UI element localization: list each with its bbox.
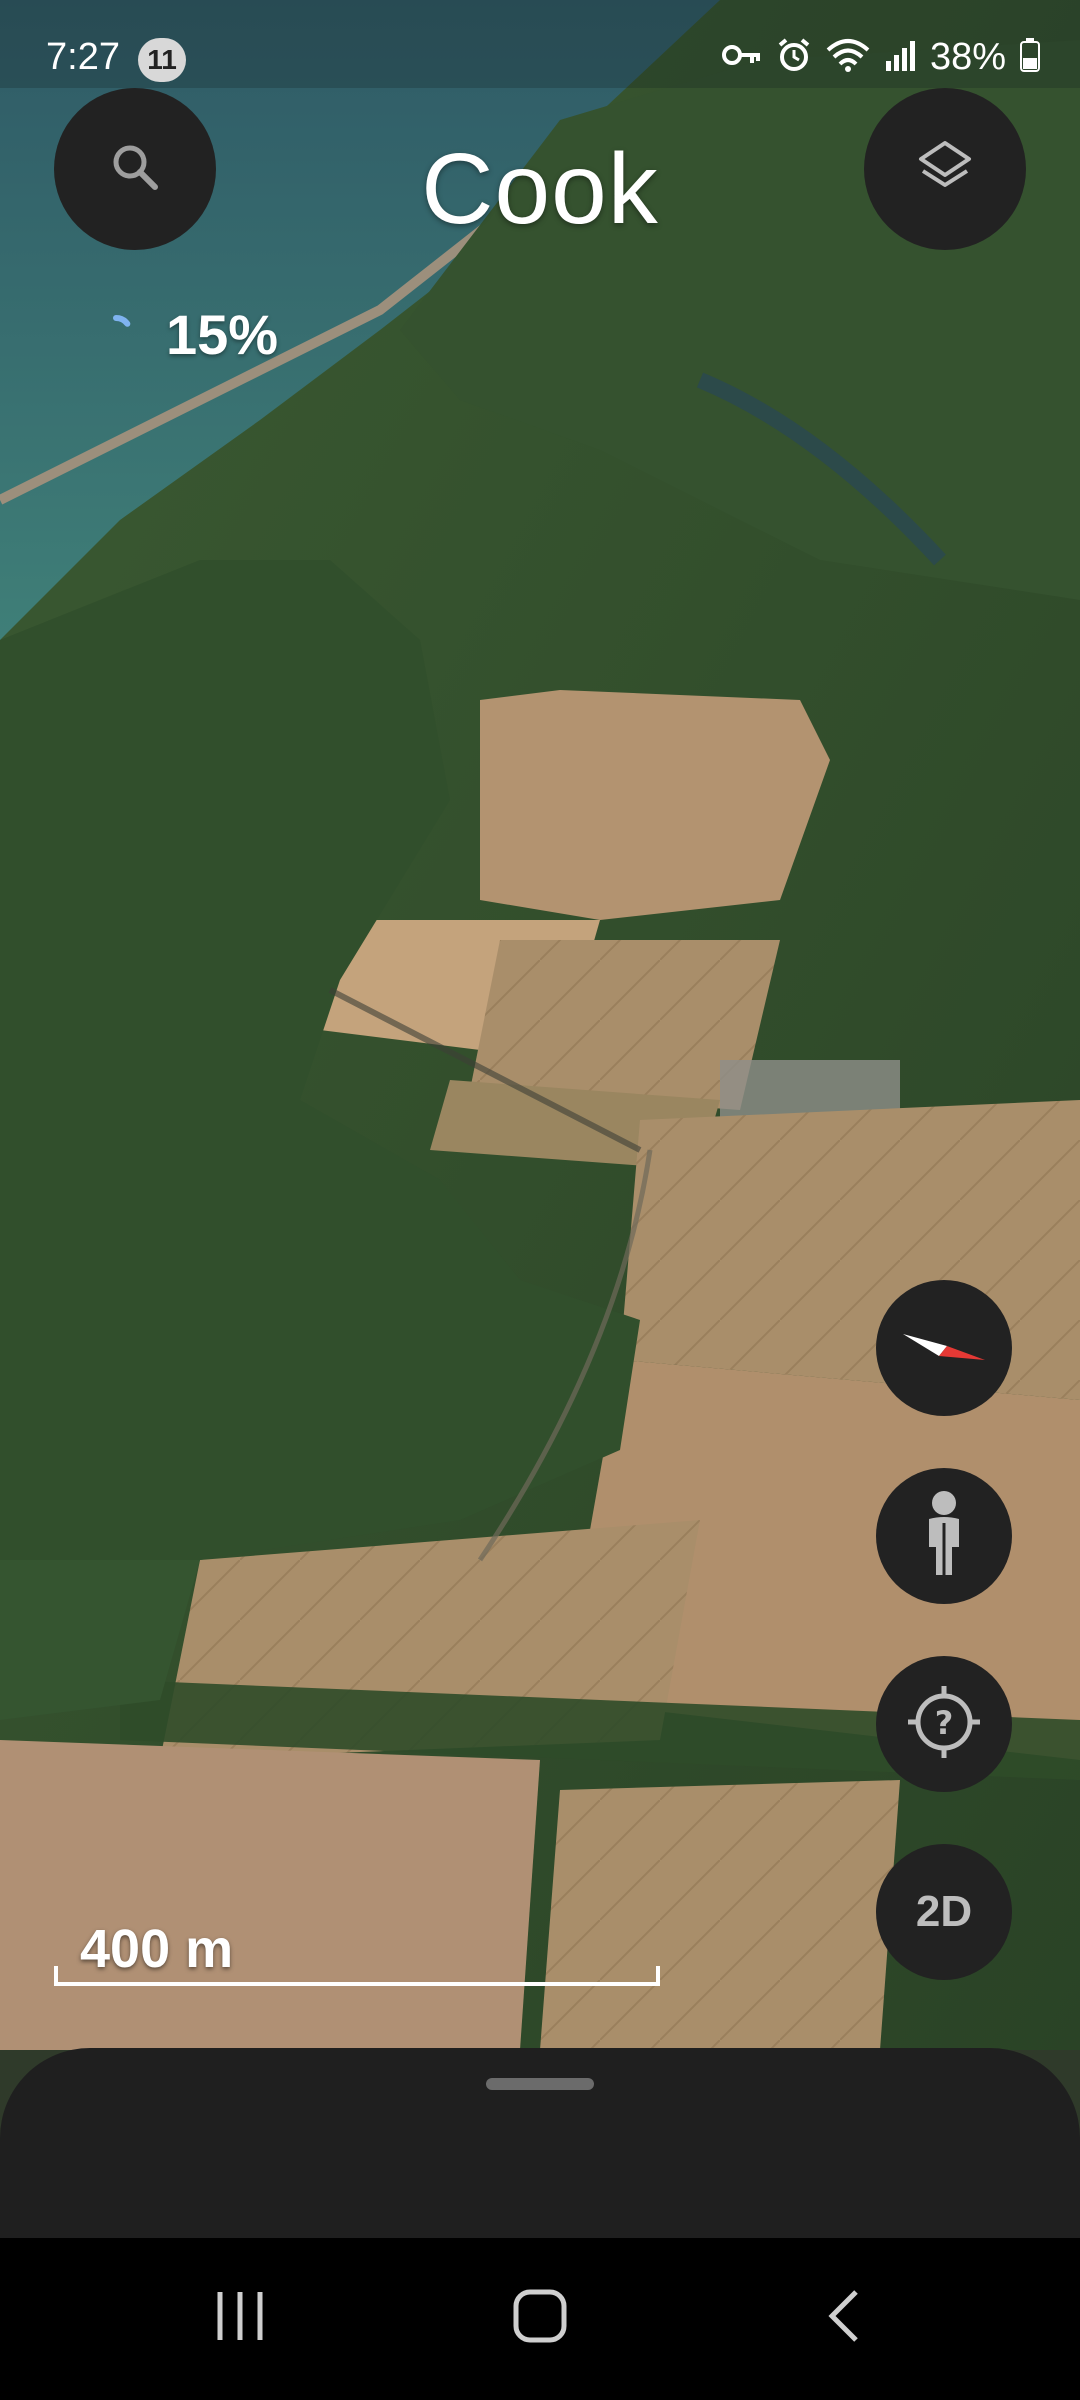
home-button[interactable] xyxy=(480,2278,600,2358)
my-location-icon: ? xyxy=(904,1682,984,1767)
compass-icon xyxy=(899,1326,989,1371)
back-icon xyxy=(816,2286,876,2351)
layers-icon xyxy=(915,137,975,202)
notification-count-badge: 11 xyxy=(138,38,186,82)
clock: 7:27 xyxy=(46,36,120,78)
my-location-button[interactable]: ? xyxy=(876,1656,1012,1792)
recents-icon xyxy=(210,2286,270,2351)
bottom-sheet[interactable] xyxy=(0,2048,1080,2238)
loading-indicator: 15% xyxy=(96,302,278,367)
recents-button[interactable] xyxy=(180,2278,300,2358)
compass-button[interactable] xyxy=(876,1280,1012,1416)
street-view-button[interactable] xyxy=(876,1468,1012,1604)
status-bar: 7:27 11 38% xyxy=(0,0,1080,88)
wifi-icon xyxy=(826,38,870,77)
svg-text:?: ? xyxy=(935,1704,954,1742)
signal-icon xyxy=(884,39,916,76)
battery-icon xyxy=(1020,38,1040,77)
toggle-2d-button[interactable]: 2D xyxy=(876,1844,1012,1980)
status-icons: 38% xyxy=(721,36,1040,79)
battery-percent: 38% xyxy=(929,36,1006,78)
loading-percent: 15% xyxy=(166,303,279,366)
layers-button[interactable] xyxy=(864,88,1026,250)
system-navigation-bar xyxy=(0,2238,1080,2400)
loading-spinner-icon xyxy=(96,312,136,357)
home-icon xyxy=(510,2286,570,2351)
back-button[interactable] xyxy=(786,2278,906,2358)
alarm-icon xyxy=(776,37,812,78)
vpn-key-icon xyxy=(721,40,762,75)
pegman-icon xyxy=(919,1489,969,1584)
sheet-drag-handle[interactable] xyxy=(486,2078,594,2090)
scale-bar xyxy=(54,1966,660,1986)
